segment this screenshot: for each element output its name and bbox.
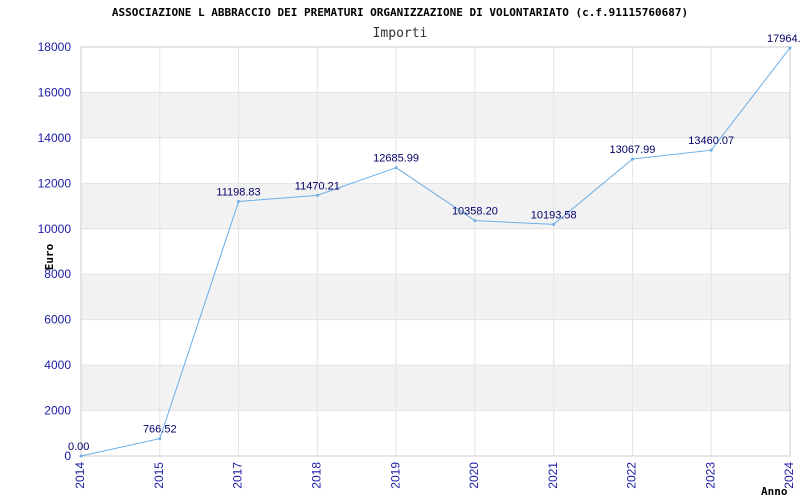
x-tick-label: 2020: [467, 462, 481, 489]
y-tick-label: 14000: [38, 131, 72, 145]
grid-band: [81, 92, 790, 138]
data-point: [315, 193, 319, 197]
line-chart: ASSOCIAZIONE L ABBRACCIO DEI PREMATURI O…: [38, 6, 800, 498]
data-label: 12685.99: [373, 153, 419, 165]
y-tick-label: 16000: [38, 85, 72, 99]
x-tick-label: 2019: [388, 462, 402, 489]
data-point: [552, 222, 556, 226]
data-label: 10193.58: [531, 209, 577, 221]
x-tick-label: 2022: [625, 462, 639, 489]
grid-band: [81, 274, 790, 320]
y-tick-label: 10000: [38, 222, 72, 236]
x-tick-label: 2018: [310, 462, 324, 489]
x-tick-label: 2023: [703, 462, 717, 489]
data-label: 11470.21: [295, 180, 340, 192]
chart-subtitle: Importi: [373, 26, 428, 41]
data-point: [630, 157, 634, 161]
x-tick-label: 2014: [73, 462, 87, 489]
data-point: [473, 219, 477, 223]
y-tick-label: 6000: [44, 313, 71, 327]
data-label: 766.52: [143, 424, 177, 436]
x-axis-title: Anno: [761, 485, 788, 498]
data-point: [709, 148, 713, 152]
data-point: [394, 166, 398, 170]
x-axis-ticks: 2014 2015 2017 2018 2019 2020 2021 2022 2023 2024: [73, 462, 796, 489]
data-point: [79, 454, 83, 458]
data-point: [237, 200, 241, 204]
data-label: 13067.99: [609, 144, 655, 156]
data-label: 10358.20: [452, 206, 498, 218]
chart-title: ASSOCIAZIONE L ABBRACCIO DEI PREMATURI O…: [112, 6, 688, 19]
y-tick-label: 4000: [44, 358, 71, 372]
x-tick-label: 2015: [152, 462, 166, 489]
y-tick-label: 18000: [38, 40, 72, 54]
grid-bands: [81, 92, 790, 411]
data-point: [788, 46, 792, 50]
grid-band: [81, 183, 790, 229]
x-tick-label: 2017: [231, 462, 245, 489]
x-tick-label: 2021: [546, 462, 560, 489]
y-tick-label: 2000: [44, 404, 71, 418]
data-point: [158, 437, 162, 441]
data-label: 0.00: [68, 441, 89, 453]
data-label: 13460.07: [688, 135, 734, 147]
y-axis-title: Euro: [43, 243, 56, 270]
grid-band: [81, 365, 790, 411]
data-label: 11198.83: [216, 187, 260, 199]
y-tick-label: 12000: [38, 176, 72, 190]
data-label: 17964.00: [767, 33, 800, 45]
